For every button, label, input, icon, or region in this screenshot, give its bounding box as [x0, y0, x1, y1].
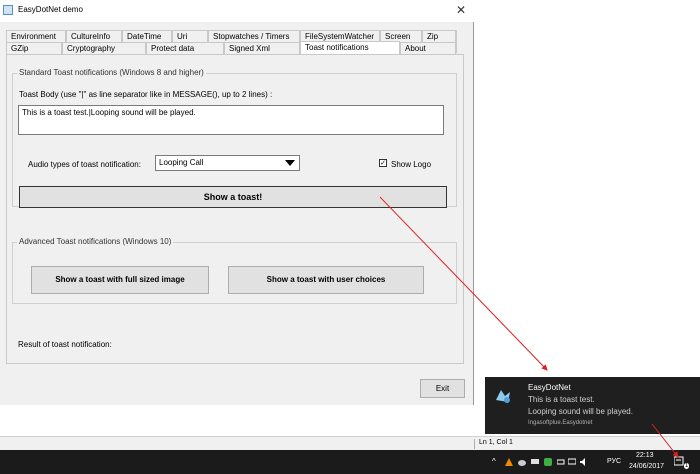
- tab-scroll-area: [456, 30, 464, 53]
- full-image-toast-button[interactable]: Show a toast with full sized image: [31, 266, 209, 294]
- advanced-toast-group: Advanced Toast notifications (Windows 10…: [12, 237, 457, 304]
- tab-datetime[interactable]: DateTime: [122, 30, 172, 42]
- toast-line-2: Looping sound will be played.: [528, 407, 633, 416]
- app-icon: [3, 5, 13, 15]
- toast-source: Ingasoftplue.Easydotnet: [528, 420, 593, 426]
- tab-panel: Standard Toast notifications (Windows 8 …: [6, 54, 464, 364]
- action-center-icon[interactable]: [674, 456, 684, 466]
- tab-about[interactable]: About: [400, 42, 456, 54]
- vlc-icon[interactable]: [505, 458, 513, 466]
- status-bar: Ln 1, Col 1: [0, 436, 700, 450]
- toast-body-label: Toast Body (use "|" as line separator li…: [19, 90, 273, 99]
- battery-icon[interactable]: [557, 458, 565, 466]
- tab-cryptography[interactable]: Cryptography: [62, 42, 146, 54]
- tab-cultureinfo[interactable]: CultureInfo: [66, 30, 122, 42]
- show-logo-label: Show Logo: [391, 160, 432, 169]
- window-title: EasyDotNet demo: [18, 5, 83, 14]
- show-logo-checkbox[interactable]: ✓: [379, 159, 387, 167]
- monitor-icon[interactable]: [531, 458, 539, 466]
- taskbar: ^ РУС 22:13 24/06/2017 1: [0, 450, 700, 474]
- network-icon[interactable]: [568, 458, 576, 466]
- audio-type-value: Looping Call: [159, 158, 204, 167]
- tab-toast-notifications[interactable]: Toast notifications: [300, 41, 400, 54]
- tab-signed-xml[interactable]: Signed Xml: [224, 42, 300, 54]
- app-window: EasyDotNet demo ✕ Environment CultureInf…: [0, 0, 474, 405]
- tray-expand-icon[interactable]: ^: [492, 457, 496, 466]
- toast-notification[interactable]: EasyDotNet This is a toast test. Looping…: [485, 377, 700, 434]
- chevron-down-icon: [285, 160, 295, 166]
- standard-group-legend: Standard Toast notifications (Windows 8 …: [17, 68, 206, 77]
- toast-app-icon: [496, 390, 510, 403]
- toast-title: EasyDotNet: [528, 383, 571, 392]
- cloud-icon[interactable]: [518, 458, 526, 466]
- advanced-group-legend: Advanced Toast notifications (Windows 10…: [17, 237, 174, 246]
- tab-stopwatches-timers[interactable]: Stopwatches / Timers: [208, 30, 300, 42]
- toast-body-input[interactable]: This is a toast test.|Looping sound will…: [18, 105, 444, 135]
- toast-line-1: This is a toast test.: [528, 395, 595, 404]
- show-toast-button[interactable]: Show a toast!: [19, 186, 447, 208]
- close-button[interactable]: ✕: [448, 0, 474, 22]
- tab-gzip[interactable]: GZip: [6, 42, 62, 54]
- standard-toast-group: Standard Toast notifications (Windows 8 …: [12, 68, 457, 208]
- audio-type-select[interactable]: Looping Call: [155, 155, 300, 171]
- tab-environment[interactable]: Environment: [6, 30, 66, 42]
- clock-time[interactable]: 22:13: [636, 452, 654, 459]
- cursor-position: Ln 1, Col 1: [479, 439, 513, 446]
- tab-zip[interactable]: Zip: [422, 30, 456, 42]
- clock-date[interactable]: 24/06/2017: [629, 463, 664, 470]
- result-label: Result of toast notification:: [18, 340, 112, 349]
- notification-count-badge: 1: [684, 463, 690, 469]
- green-app-icon[interactable]: [544, 458, 552, 466]
- language-indicator[interactable]: РУС: [607, 458, 621, 465]
- title-bar[interactable]: EasyDotNet demo ✕: [0, 0, 474, 22]
- exit-button[interactable]: Exit: [420, 379, 465, 398]
- tab-protect-data[interactable]: Protect data: [146, 42, 224, 54]
- audio-type-label: Audio types of toast notification:: [28, 160, 141, 169]
- volume-icon[interactable]: [580, 458, 588, 466]
- tab-uri[interactable]: Uri: [172, 30, 208, 42]
- status-separator: [474, 439, 475, 449]
- user-choices-toast-button[interactable]: Show a toast with user choices: [228, 266, 424, 294]
